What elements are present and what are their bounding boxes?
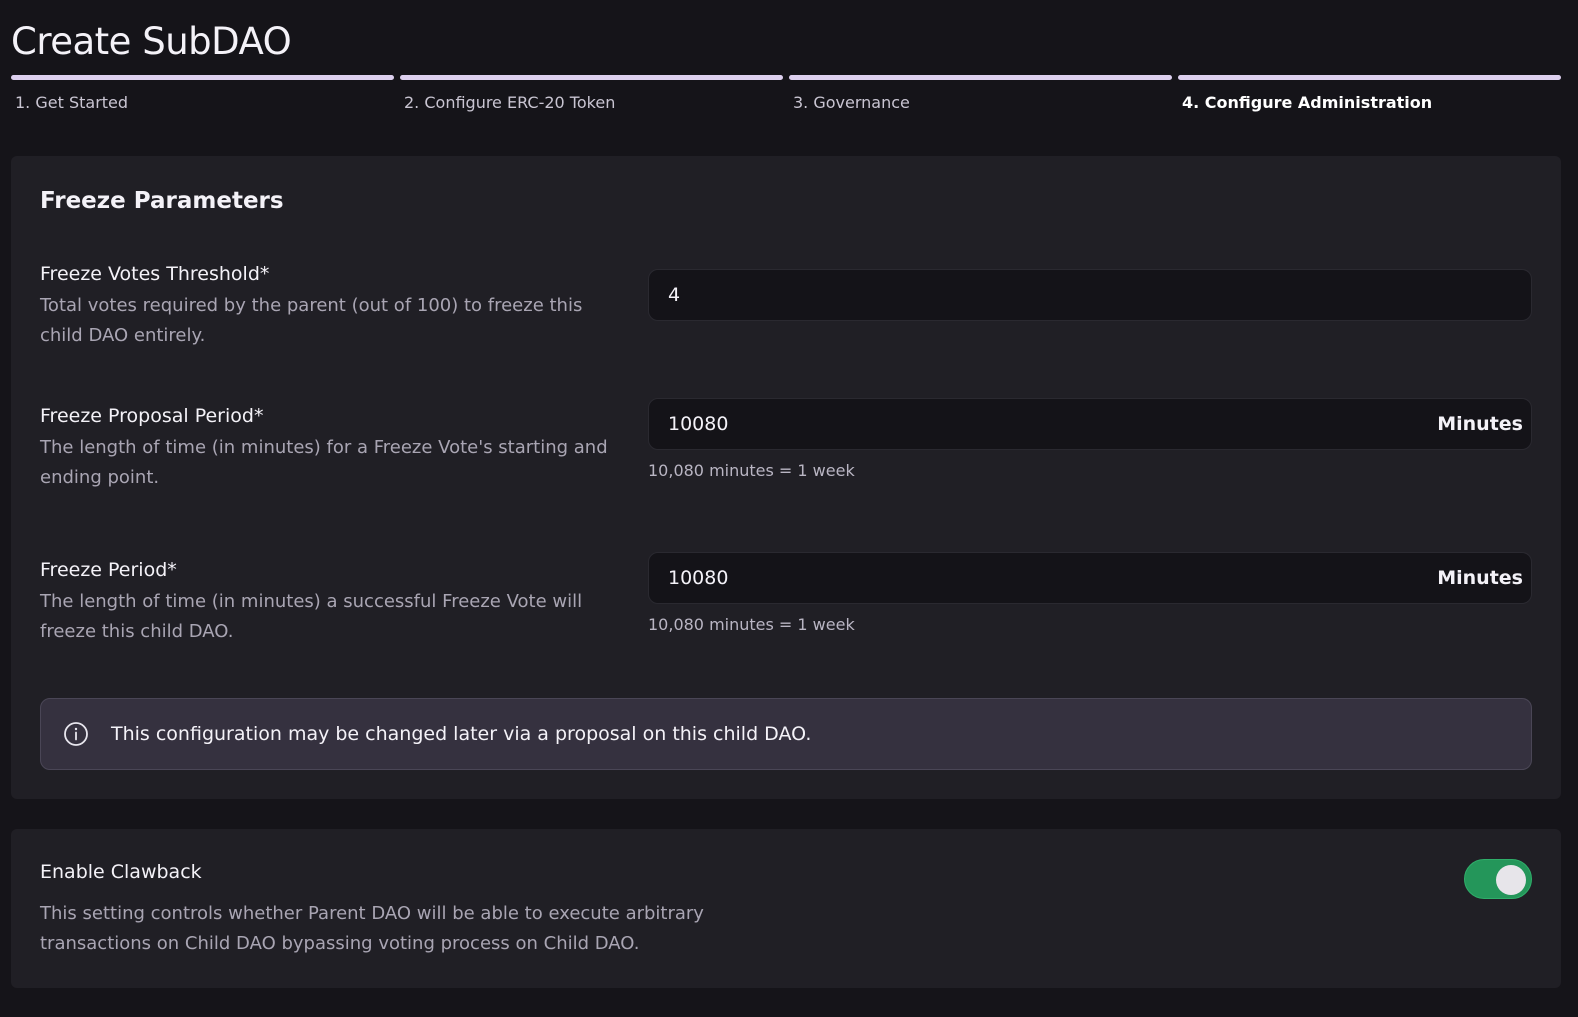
freeze-votes-threshold-field bbox=[648, 269, 1532, 321]
step-label: 4. Configure Administration bbox=[1182, 93, 1433, 112]
step-bar bbox=[789, 75, 1172, 80]
step-bar bbox=[11, 75, 394, 80]
freeze-votes-threshold-description: Total votes required by the parent (out … bbox=[40, 295, 583, 346]
clawback-toggle[interactable] bbox=[1464, 859, 1532, 899]
info-callout: This configuration may be changed later … bbox=[40, 698, 1532, 770]
freeze-period-field: Minutes bbox=[648, 552, 1532, 604]
unit-label: Minutes bbox=[1437, 567, 1523, 589]
freeze-period-label: Freeze Period* bbox=[40, 559, 177, 581]
clawback-title: Enable Clawback bbox=[40, 861, 202, 883]
freeze-period-helper: 10,080 minutes = 1 week bbox=[648, 615, 855, 634]
freeze-proposal-period-input[interactable] bbox=[649, 399, 1438, 449]
step-governance[interactable]: 3. Governance bbox=[789, 75, 1172, 112]
unit-label: Minutes bbox=[1437, 413, 1523, 435]
step-label: 1. Get Started bbox=[15, 93, 129, 112]
freeze-proposal-period-helper: 10,080 minutes = 1 week bbox=[648, 461, 855, 480]
freeze-proposal-period-field: Minutes bbox=[648, 398, 1532, 450]
info-text: This configuration may be changed later … bbox=[111, 723, 812, 745]
freeze-proposal-period-description: The length of time (in minutes) for a Fr… bbox=[40, 437, 608, 488]
clawback-card: Enable Clawback This setting controls wh… bbox=[11, 829, 1561, 988]
freeze-votes-threshold-input[interactable] bbox=[649, 270, 1531, 320]
info-circle-icon bbox=[63, 721, 89, 747]
step-configure-token[interactable]: 2. Configure ERC-20 Token bbox=[400, 75, 783, 112]
toggle-knob bbox=[1496, 865, 1526, 895]
step-label: 2. Configure ERC-20 Token bbox=[404, 93, 616, 112]
page-title: Create SubDAO bbox=[11, 20, 292, 63]
step-progress: 1. Get Started 2. Configure ERC-20 Token… bbox=[11, 75, 1561, 112]
freeze-proposal-period-label: Freeze Proposal Period* bbox=[40, 405, 264, 427]
step-bar bbox=[400, 75, 783, 80]
freeze-period-input[interactable] bbox=[649, 553, 1438, 603]
freeze-period-description: The length of time (in minutes) a succes… bbox=[40, 591, 583, 642]
step-configure-administration[interactable]: 4. Configure Administration bbox=[1178, 75, 1561, 112]
step-get-started[interactable]: 1. Get Started bbox=[11, 75, 394, 112]
section-title: Freeze Parameters bbox=[40, 188, 284, 214]
freeze-parameters-card: Freeze Parameters Freeze Votes Threshold… bbox=[11, 156, 1561, 799]
clawback-description: This setting controls whether Parent DAO… bbox=[40, 903, 704, 954]
step-bar bbox=[1178, 75, 1561, 80]
freeze-votes-threshold-label: Freeze Votes Threshold* bbox=[40, 263, 270, 285]
step-label: 3. Governance bbox=[793, 93, 910, 112]
